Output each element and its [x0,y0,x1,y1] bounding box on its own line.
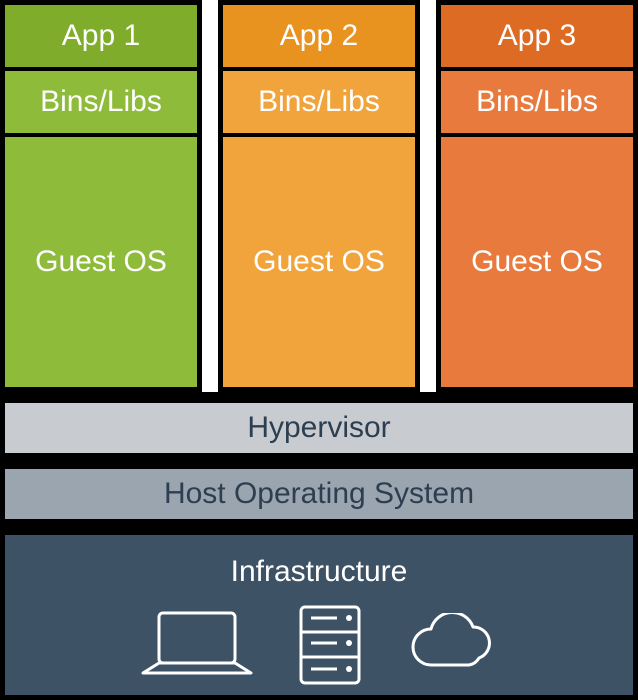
vm-architecture-diagram: App 1 Bins/Libs Guest OS App 2 Bins/Libs… [0,0,638,700]
vm-columns-row: App 1 Bins/Libs Guest OS App 2 Bins/Libs… [0,0,638,392]
app-cell: App 1 [5,5,197,71]
app-cell: App 3 [441,5,633,71]
bins-libs-cell: Bins/Libs [5,71,197,137]
host-os-layer: Host Operating System [0,464,638,524]
guest-os-cell: Guest OS [223,137,415,387]
server-icon [295,603,365,687]
vm-column-2: App 2 Bins/Libs Guest OS [218,0,420,392]
hypervisor-layer: Hypervisor [0,398,638,458]
guest-os-cell: Guest OS [441,137,633,387]
vm-column-3: App 3 Bins/Libs Guest OS [436,0,638,392]
bins-libs-cell: Bins/Libs [223,71,415,137]
infrastructure-icons [137,603,501,687]
app-cell: App 2 [223,5,415,71]
infrastructure-label: Infrastructure [231,555,408,589]
vm-column-1: App 1 Bins/Libs Guest OS [0,0,202,392]
guest-os-cell: Guest OS [5,137,197,387]
bins-libs-cell: Bins/Libs [441,71,633,137]
laptop-icon [137,607,257,683]
infrastructure-layer: Infrastructure [0,530,638,700]
hypervisor-label: Hypervisor [247,411,390,445]
cloud-icon [403,613,501,677]
host-os-label: Host Operating System [164,477,474,511]
